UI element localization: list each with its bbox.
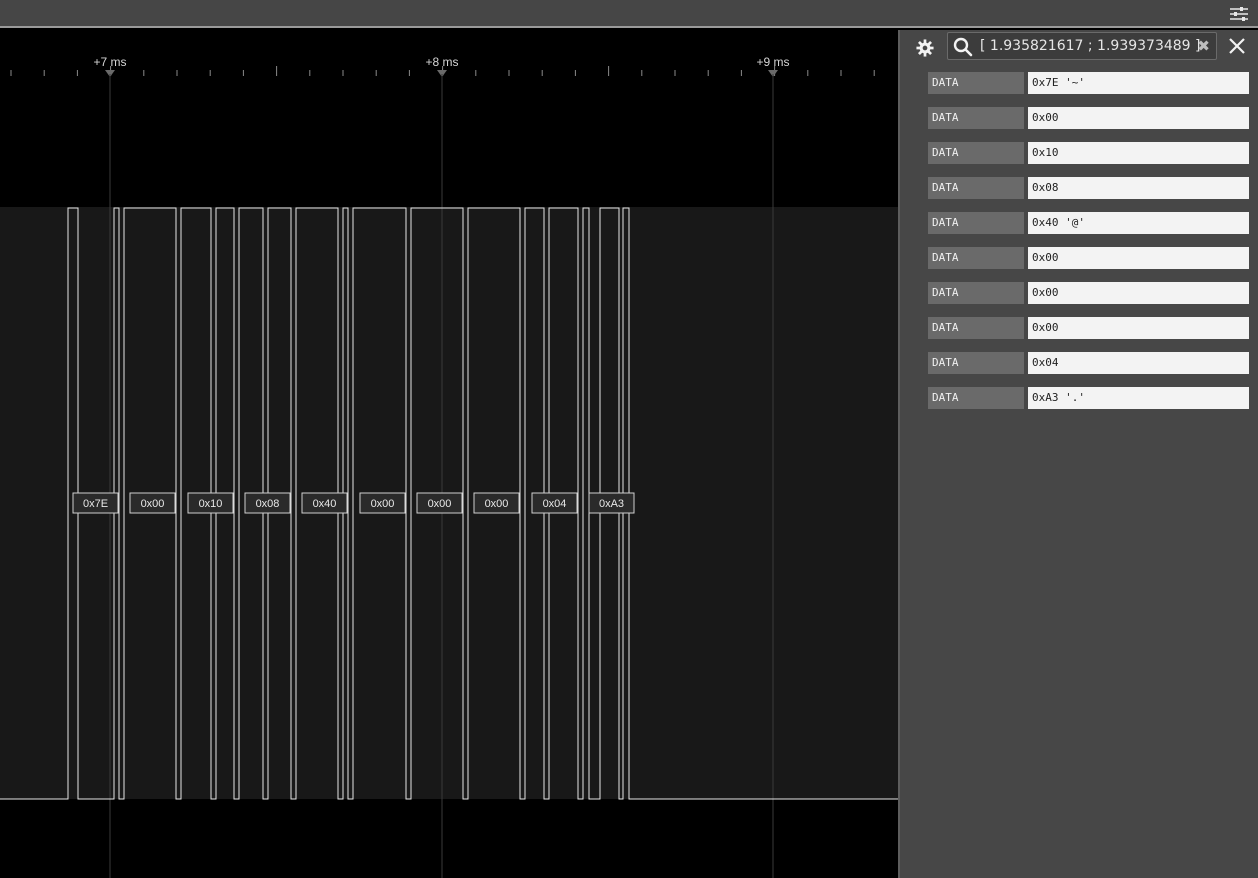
decoded-byte-label: 0x00 [141, 498, 165, 510]
result-row[interactable]: DATA 0xA3 '.' [928, 387, 1249, 409]
result-value: 0x00 [1028, 317, 1249, 339]
result-value: 0xA3 '.' [1028, 387, 1249, 409]
result-type: DATA [928, 142, 1024, 164]
result-row[interactable]: DATA 0x00 [928, 247, 1249, 269]
search-icon [953, 37, 973, 57]
result-row[interactable]: DATA 0x10 [928, 142, 1249, 164]
decoded-byte-label: 0x00 [371, 498, 395, 510]
decoded-byte-label: 0xA3 [599, 498, 624, 510]
time-marker-label: +9 ms [756, 55, 789, 69]
close-icon[interactable] [1227, 36, 1247, 56]
results-list: DATA 0x7E '~' DATA 0x00 DATA 0x10 DATA 0x08 … [928, 72, 1249, 422]
result-type: DATA [928, 177, 1024, 199]
time-marker-label: +7 ms [93, 55, 126, 69]
result-type: DATA [928, 282, 1024, 304]
decoded-byte-label: 0x08 [256, 498, 280, 510]
decoded-byte-label: 0x10 [199, 498, 223, 510]
time-markers: +7 ms +8 ms +9 ms [93, 55, 789, 69]
result-type: DATA [928, 72, 1024, 94]
result-value: 0x40 '@' [1028, 212, 1249, 234]
result-value: 0x08 [1028, 177, 1249, 199]
decoded-byte-label: 0x04 [543, 498, 567, 510]
clear-search-icon[interactable]: ✖ [1197, 37, 1210, 55]
result-type: DATA [928, 107, 1024, 129]
result-value: 0x04 [1028, 352, 1249, 374]
decoded-byte-label: 0x7E [83, 498, 108, 510]
time-marker-label: +8 ms [425, 55, 458, 69]
result-row[interactable]: DATA 0x00 [928, 317, 1249, 339]
waveform-canvas[interactable]: +7 ms +8 ms +9 ms 0x7E 0x00 0x10 0x08 0x40 0x… [0, 30, 898, 878]
decoder-results-panel: [ 1.935821617 ; 1.939373489 ] ✖ DATA 0x7E… [898, 30, 1258, 878]
result-row[interactable]: DATA 0x00 [928, 282, 1249, 304]
result-row[interactable]: DATA 0x7E '~' [928, 72, 1249, 94]
decoded-byte-label: 0x40 [313, 498, 337, 510]
result-type: DATA [928, 387, 1024, 409]
result-value: 0x00 [1028, 107, 1249, 129]
search-value[interactable]: [ 1.935821617 ; 1.939373489 ] [980, 38, 1201, 54]
result-type: DATA [928, 352, 1024, 374]
result-value: 0x7E '~' [1028, 72, 1249, 94]
result-type: DATA [928, 317, 1024, 339]
top-toolbar [0, 0, 1258, 28]
result-row[interactable]: DATA 0x04 [928, 352, 1249, 374]
result-value: 0x00 [1028, 282, 1249, 304]
decoded-byte-label: 0x00 [485, 498, 509, 510]
result-row[interactable]: DATA 0x00 [928, 107, 1249, 129]
search-input[interactable]: [ 1.935821617 ; 1.939373489 ] ✖ [947, 32, 1217, 60]
result-value: 0x00 [1028, 247, 1249, 269]
result-row[interactable]: DATA 0x08 [928, 177, 1249, 199]
result-row[interactable]: DATA 0x40 '@' [928, 212, 1249, 234]
result-type: DATA [928, 212, 1024, 234]
gear-icon[interactable] [916, 39, 934, 57]
sliders-icon[interactable] [1230, 6, 1248, 22]
decoded-byte-label: 0x00 [428, 498, 452, 510]
waveform-view[interactable]: +7 ms +8 ms +9 ms 0x7E 0x00 0x10 0x08 0x40 0x… [0, 30, 898, 878]
result-value: 0x10 [1028, 142, 1249, 164]
result-type: DATA [928, 247, 1024, 269]
